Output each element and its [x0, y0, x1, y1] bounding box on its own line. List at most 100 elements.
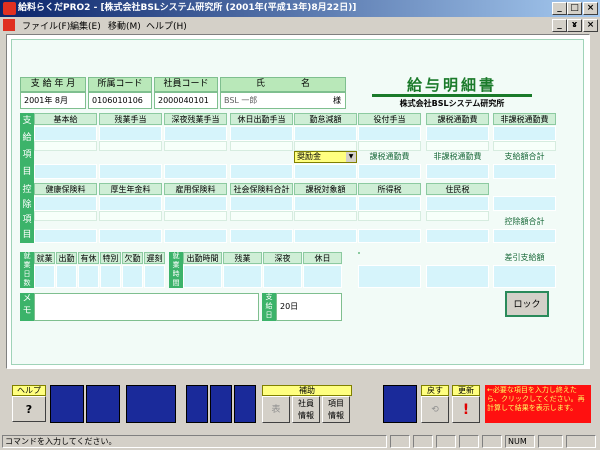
function-key-3[interactable]	[126, 385, 176, 423]
help-button[interactable]: ?	[12, 396, 46, 422]
work-hours-input-0[interactable]	[183, 265, 222, 288]
pay-input-row2-3[interactable]	[230, 164, 293, 179]
employee-code-value[interactable]: 2000040101	[154, 92, 218, 109]
pay-input-4[interactable]	[294, 126, 357, 141]
table-button[interactable]: 表	[262, 396, 290, 423]
menu-edit[interactable]: 編集(E)	[70, 19, 101, 32]
minimize-button[interactable]: _	[552, 2, 567, 15]
pay-input-6[interactable]	[426, 126, 489, 141]
lock-button[interactable]: ロック	[505, 291, 549, 317]
memo-side-label: メ モ	[20, 293, 34, 321]
bonus-dropdown-value: 奨励金	[297, 152, 321, 161]
pay-header-0: 基本給	[34, 113, 97, 125]
deduction-spacer-2	[164, 211, 227, 221]
function-key-1[interactable]	[50, 385, 84, 423]
status-pane-2	[413, 435, 433, 448]
deduction-side-label: 控 除 項 目	[20, 183, 34, 243]
pay-input-2[interactable]	[164, 126, 227, 141]
deduction-input-3[interactable]	[230, 196, 293, 211]
deduction-input-7[interactable]	[493, 196, 556, 211]
work-hours-input-3[interactable]	[303, 265, 342, 288]
deduction-input-4[interactable]	[294, 196, 357, 211]
attendance-side-label: 就 業 日 数	[20, 252, 34, 288]
function-key-2[interactable]	[86, 385, 120, 423]
pay-input-3[interactable]	[230, 126, 293, 141]
work-hours-input-1[interactable]	[223, 265, 262, 288]
net-pay-value[interactable]	[493, 265, 556, 288]
maximize-button[interactable]: □	[567, 2, 582, 15]
attendance-input-0[interactable]	[34, 265, 55, 288]
deduction-input-row2-2[interactable]	[164, 229, 227, 243]
deduction-input-5[interactable]	[358, 196, 421, 211]
pay-input-row2-7[interactable]	[493, 164, 556, 179]
pay-spacer-1	[99, 141, 162, 151]
deduction-spacer-6	[426, 211, 489, 221]
menu-help[interactable]: ヘルプ(H)	[146, 19, 187, 32]
attendance-header-5: 遅刻	[144, 252, 165, 264]
child-minimize-button[interactable]: _	[552, 19, 567, 32]
bonus-dropdown[interactable]: 奨励金 ▼	[294, 151, 357, 163]
pay-month-value[interactable]: 2001年 8月	[20, 92, 86, 109]
deduction-spacer-0	[34, 211, 97, 221]
function-key-5[interactable]	[210, 385, 232, 423]
pay-header-row2-1: 非課税通勤費	[433, 152, 482, 161]
deduction-input-row2-3[interactable]	[230, 229, 293, 243]
close-button[interactable]: ×	[583, 2, 598, 15]
undo-icon[interactable]: ⟲	[421, 396, 449, 423]
deduction-input-row2-0[interactable]	[34, 229, 97, 243]
pay-input-row2-1[interactable]	[99, 164, 162, 179]
app-icon	[3, 2, 16, 15]
attendance-input-2[interactable]	[78, 265, 99, 288]
deduction-input-row2-6[interactable]	[426, 229, 489, 243]
menu-file[interactable]: ファイル(F)	[22, 19, 70, 32]
net-spacer	[358, 252, 360, 254]
deduction-input-row2-4[interactable]	[294, 229, 357, 243]
pay-input-row2-0[interactable]	[34, 164, 97, 179]
deduction-input-6[interactable]	[426, 196, 489, 211]
deduction-total-value[interactable]	[493, 229, 556, 243]
function-key-7[interactable]	[383, 385, 417, 423]
employee-info-button[interactable]: 社員 情報	[292, 396, 320, 423]
child-restore-button[interactable]: ɤ	[567, 19, 582, 32]
net-extra-2[interactable]	[426, 265, 489, 288]
instruction-message: ←必要な項目を入力し終えたら、クリックしてください。再計算して結果を表示します。	[485, 385, 591, 423]
deduction-input-1[interactable]	[99, 196, 162, 211]
update-icon[interactable]: !	[452, 396, 480, 423]
deduction-input-row2-1[interactable]	[99, 229, 162, 243]
function-key-4[interactable]	[186, 385, 208, 423]
attendance-input-5[interactable]	[144, 265, 165, 288]
work-hours-side-label: 就 業 時 間	[169, 252, 183, 288]
deduction-header-0: 健康保険料	[34, 183, 97, 195]
company-name: 株式会社BSLシステム研究所	[399, 99, 505, 108]
pay-input-row2-2[interactable]	[164, 164, 227, 179]
menu-move[interactable]: 移動(M)	[108, 19, 141, 32]
pay-input-row2-6[interactable]	[426, 164, 489, 179]
attendance-input-1[interactable]	[56, 265, 77, 288]
pay-input-row2-4[interactable]	[294, 164, 357, 179]
chevron-down-icon[interactable]: ▼	[346, 152, 356, 162]
pay-spacer-2	[164, 141, 227, 151]
employee-name: BSL 一郎	[224, 96, 258, 105]
pay-day-value[interactable]: 20日	[276, 293, 342, 321]
work-hours-header-1: 残業	[223, 252, 262, 264]
attendance-input-4[interactable]	[122, 265, 143, 288]
pay-header-5: 役付手当	[358, 113, 421, 125]
child-close-button[interactable]: ×	[583, 19, 598, 32]
item-info-button[interactable]: 項目 情報	[322, 396, 350, 423]
pay-input-5[interactable]	[358, 126, 421, 141]
pay-input-0[interactable]	[34, 126, 97, 141]
pay-input-1[interactable]	[99, 126, 162, 141]
deduction-input-row2-5[interactable]	[358, 229, 421, 243]
dept-code-value[interactable]: 0106010106	[88, 92, 152, 109]
memo-field[interactable]	[34, 293, 259, 321]
pay-header-3: 休日出勤手当	[230, 113, 293, 125]
attendance-input-3[interactable]	[100, 265, 121, 288]
deduction-input-2[interactable]	[164, 196, 227, 211]
pay-input-7[interactable]	[493, 126, 556, 141]
function-key-6[interactable]	[234, 385, 256, 423]
work-hours-input-2[interactable]	[263, 265, 302, 288]
pay-spacer-0	[34, 141, 97, 151]
deduction-input-0[interactable]	[34, 196, 97, 211]
pay-input-row2-5[interactable]	[358, 164, 421, 179]
net-extra-1[interactable]	[358, 265, 421, 288]
